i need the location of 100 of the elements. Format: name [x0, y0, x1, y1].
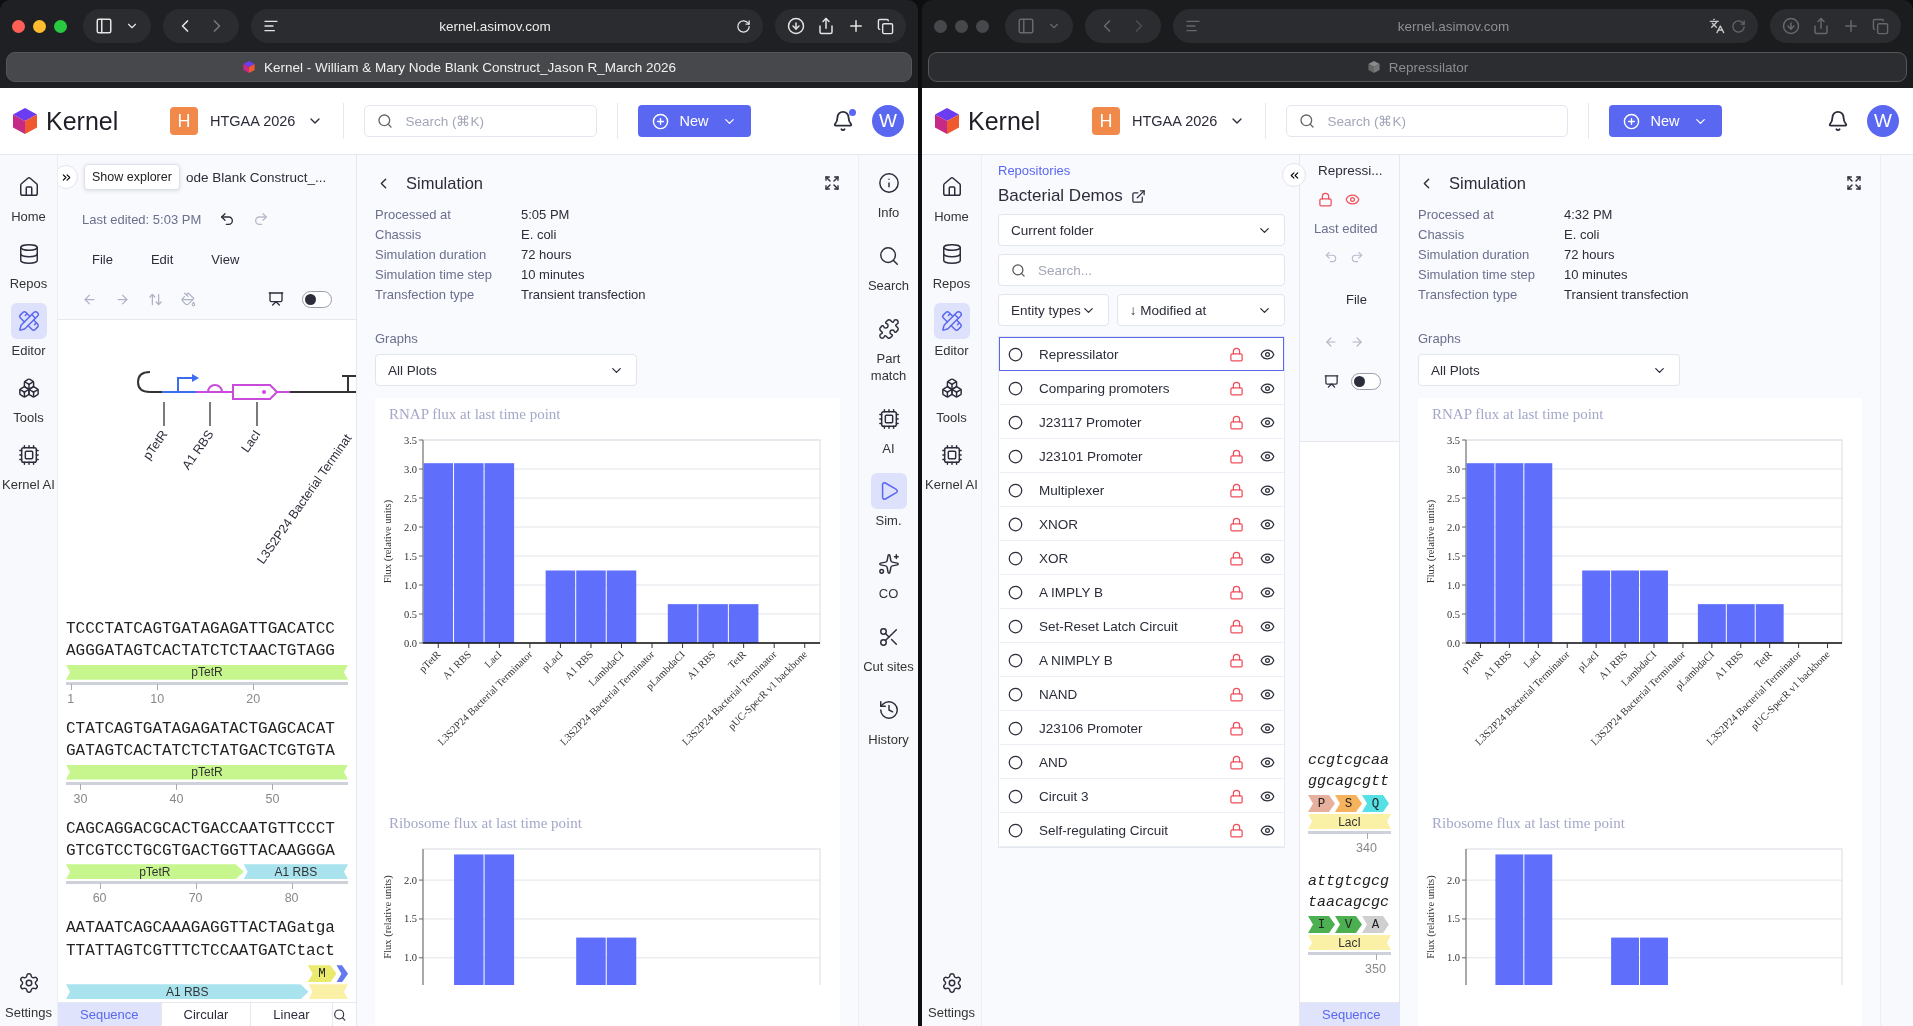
rail-item[interactable]: Home — [923, 169, 980, 226]
lock-icon[interactable] — [1229, 822, 1244, 838]
breadcrumb-link[interactable]: Repositories — [998, 163, 1071, 178]
rail-item[interactable]: Kernel AI — [0, 436, 57, 494]
lock-icon[interactable] — [1229, 652, 1244, 668]
rail-item[interactable]: AI — [860, 400, 917, 458]
plot-select[interactable]: All Plots — [375, 354, 637, 386]
zoom-button[interactable] — [54, 19, 67, 33]
eye-icon[interactable] — [1260, 448, 1275, 464]
tabs-icon[interactable] — [877, 17, 894, 35]
lock-icon[interactable] — [1229, 482, 1244, 498]
feature-annotation[interactable]: pTetR — [66, 664, 348, 680]
minimize-button[interactable] — [33, 19, 46, 33]
lock-icon[interactable] — [1229, 448, 1244, 464]
eye-icon[interactable] — [1260, 686, 1275, 702]
translate-icon[interactable] — [1709, 18, 1725, 34]
eye-icon[interactable] — [1260, 482, 1275, 498]
lock-icon[interactable] — [1229, 380, 1244, 396]
search-input[interactable]: Search (⌘K) — [403, 112, 585, 130]
menu-item[interactable]: File — [82, 251, 123, 267]
eye-icon[interactable] — [1260, 516, 1275, 532]
external-link-icon[interactable] — [1130, 188, 1146, 204]
menu-item[interactable]: File — [1336, 292, 1377, 307]
folder-select[interactable]: Current folder — [998, 214, 1285, 246]
user-avatar[interactable]: W — [1867, 105, 1899, 137]
lock-icon[interactable] — [1229, 516, 1244, 532]
rail-item[interactable]: Tools — [0, 369, 57, 427]
lock-icon[interactable] — [1229, 584, 1244, 600]
undo-icon[interactable] — [219, 211, 236, 227]
search-field[interactable]: Search (⌘K) — [1286, 105, 1569, 137]
lock-icon[interactable] — [1318, 192, 1333, 207]
user-avatar[interactable]: W — [872, 105, 904, 137]
settings-button[interactable]: Settings — [923, 965, 980, 1022]
entity-list-item[interactable]: Repressilator — [999, 337, 1284, 371]
lock-icon[interactable] — [1229, 618, 1244, 634]
expand-panel-button[interactable] — [58, 165, 78, 189]
workspace-switcher[interactable]: H HTGAA 2026 — [1092, 107, 1246, 135]
new-tab-icon[interactable] — [847, 17, 865, 35]
feature-annotation[interactable]: pTetR — [66, 764, 348, 780]
close-button[interactable] — [12, 19, 25, 33]
eye-icon[interactable] — [1260, 550, 1275, 566]
notifications-button[interactable] — [1827, 110, 1849, 132]
eye-icon[interactable] — [1260, 584, 1275, 600]
presentation-icon[interactable] — [1324, 374, 1339, 389]
menu-item[interactable]: View — [201, 251, 250, 267]
lock-icon[interactable] — [1229, 346, 1244, 362]
expand-icon[interactable] — [1846, 175, 1862, 191]
eye-icon[interactable] — [1260, 788, 1275, 804]
view-tab[interactable]: Sequence — [58, 1002, 162, 1026]
eye-icon[interactable] — [1260, 822, 1275, 838]
eye-icon[interactable] — [1260, 720, 1275, 736]
workspace-switcher[interactable]: H HTGAA 2026 — [170, 107, 324, 135]
feature-annotation[interactable]: LacI — [1308, 814, 1391, 829]
rail-item[interactable]: CO — [860, 546, 917, 604]
collapse-panel-button[interactable] — [1282, 163, 1306, 187]
lock-icon[interactable] — [1229, 550, 1244, 566]
eye-icon[interactable] — [1260, 618, 1275, 634]
plot-select[interactable]: All Plots — [1418, 354, 1680, 386]
eye-icon[interactable] — [1260, 414, 1275, 430]
rail-item[interactable]: Info — [860, 165, 917, 222]
lock-icon[interactable] — [1229, 414, 1244, 430]
new-button[interactable]: New — [1609, 105, 1723, 137]
search-icon[interactable] — [332, 1007, 346, 1022]
eye-icon[interactable] — [1260, 754, 1275, 770]
rail-item[interactable]: Kernel AI — [923, 436, 980, 494]
notifications-button[interactable] — [832, 110, 854, 132]
rail-item[interactable]: History — [860, 692, 917, 749]
lock-icon[interactable] — [1229, 788, 1244, 804]
feature-annotation[interactable]: A1 RBS — [66, 984, 309, 1000]
rail-item[interactable]: Tools — [923, 369, 980, 427]
rail-item-selected[interactable]: Editor — [923, 302, 980, 360]
address-bar[interactable]: kernel.asimov.com — [251, 9, 763, 43]
rail-item[interactable]: Part match — [860, 310, 917, 385]
rail-item-selected[interactable]: Sim. — [860, 473, 917, 531]
eye-icon[interactable] — [1260, 346, 1275, 362]
new-button[interactable]: New — [638, 105, 752, 137]
rail-item[interactable]: Home — [0, 169, 57, 226]
presentation-icon[interactable] — [268, 291, 284, 307]
expand-icon[interactable] — [824, 175, 840, 191]
tab-title[interactable]: Repressilator — [928, 52, 1907, 82]
search-field[interactable]: Search... — [998, 254, 1285, 286]
search-input[interactable]: Search... — [1036, 261, 1272, 279]
feature-annotation[interactable]: LacI — [1308, 935, 1391, 950]
share-icon[interactable] — [817, 17, 835, 35]
toggle-switch[interactable] — [1351, 373, 1381, 390]
rail-item[interactable]: Search — [860, 237, 917, 295]
menu-item[interactable]: Edit — [140, 251, 184, 267]
feature-annotation[interactable]: A1 RBS — [243, 864, 348, 880]
tab-title[interactable]: Kernel - William & Mary Node Blank Construct_Jason R_March 2026 — [6, 52, 912, 82]
settings-button[interactable]: Settings — [0, 965, 57, 1022]
address-bar[interactable]: kernel.asimov.com — [1173, 9, 1758, 43]
lock-icon[interactable] — [1229, 720, 1244, 736]
filter-select[interactable]: ↓ Modified at — [1116, 294, 1285, 326]
lock-icon[interactable] — [1229, 754, 1244, 770]
rail-item[interactable]: Cut sites — [860, 619, 917, 677]
search-field[interactable]: Search (⌘K) — [364, 105, 598, 137]
eye-icon[interactable] — [1260, 652, 1275, 668]
feature-annotation[interactable]: pTetR — [66, 864, 244, 880]
rail-item[interactable]: Repos — [0, 235, 57, 293]
toggle-switch[interactable] — [302, 290, 332, 308]
